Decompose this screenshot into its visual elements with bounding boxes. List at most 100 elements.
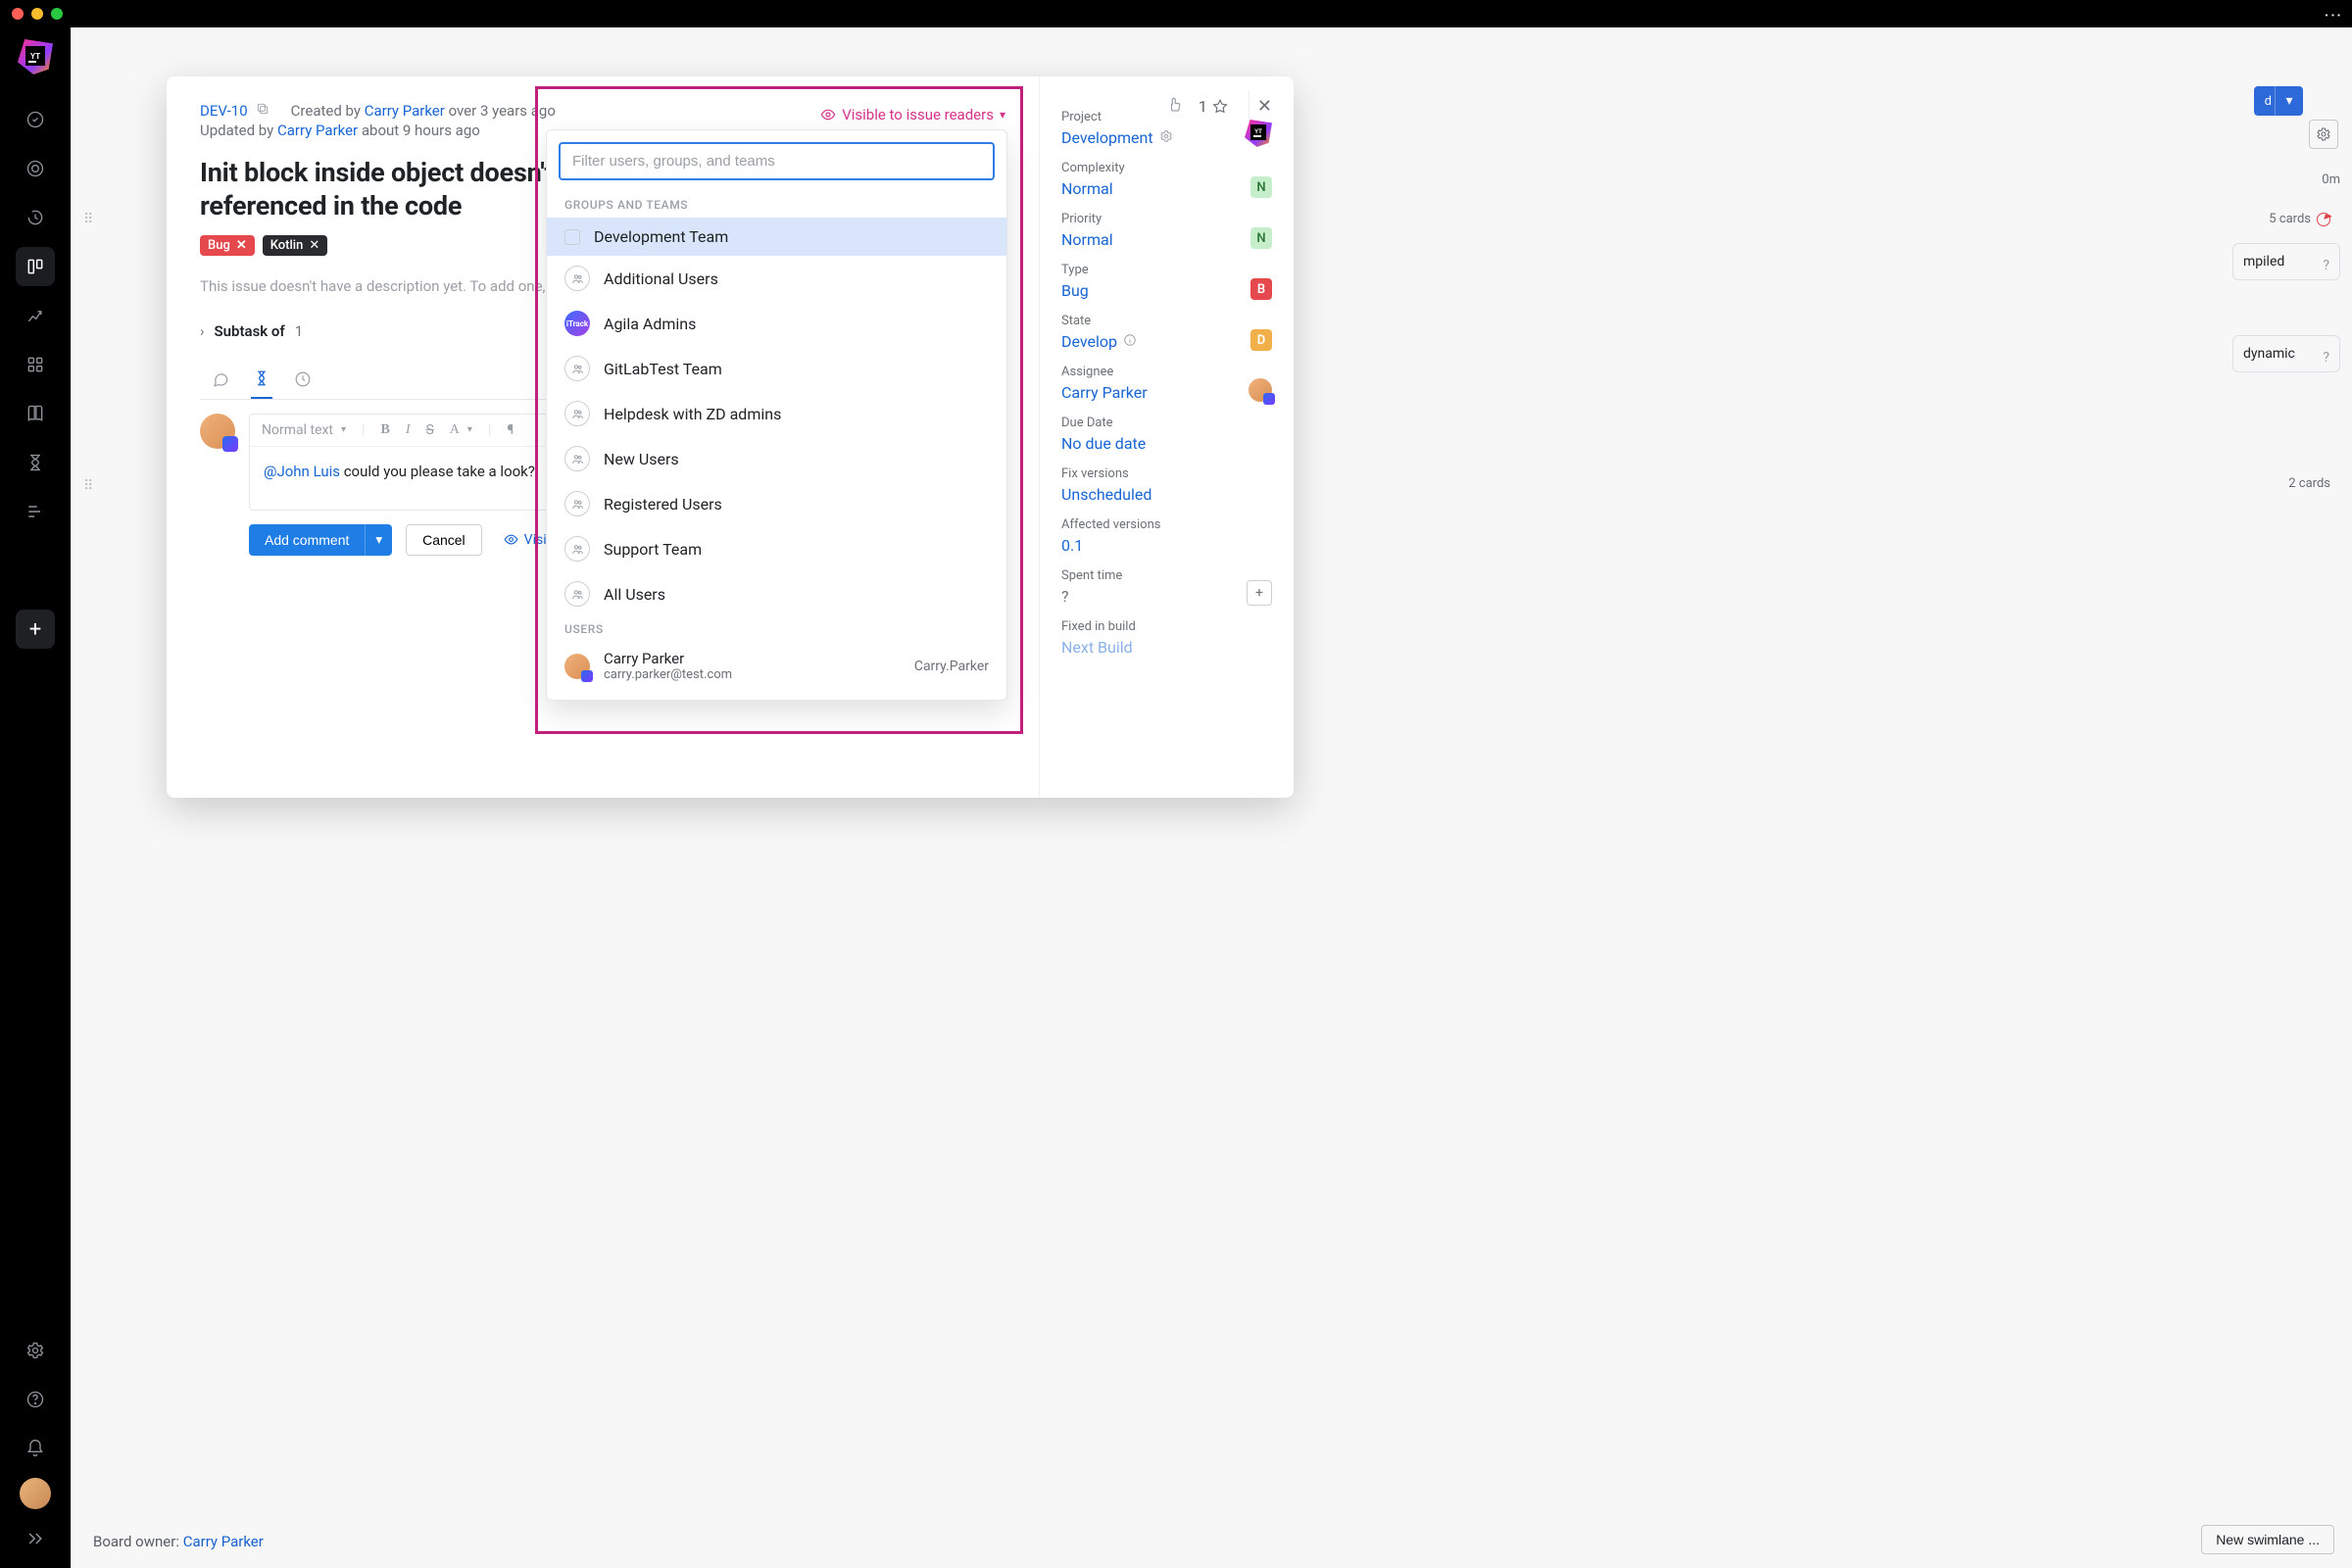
state-field[interactable]: Develop [1061, 332, 1137, 351]
state-badge: D [1250, 329, 1272, 351]
group-option[interactable]: GitLabTest Team [547, 346, 1006, 391]
nav-dashboard-icon[interactable] [16, 100, 55, 139]
field-label: State [1061, 314, 1137, 328]
comment-author-avatar [200, 414, 235, 449]
sidebar-add-button[interactable]: + [16, 610, 55, 649]
user-avatar[interactable] [20, 1478, 51, 1509]
assignee-field[interactable]: Carry Parker [1061, 383, 1148, 402]
nav-reports-icon[interactable] [16, 296, 55, 335]
project-field[interactable]: Development [1061, 128, 1173, 147]
nav-ring-icon[interactable] [16, 149, 55, 188]
text-color-button[interactable]: A [450, 422, 472, 438]
group-option[interactable]: New Users [547, 436, 1006, 481]
visibility-dropdown-panel: Groups and Teams Development Team Additi… [546, 129, 1007, 701]
tab-history[interactable] [251, 364, 272, 399]
nav-gantt-icon[interactable] [16, 492, 55, 531]
field-label: Complexity [1061, 161, 1125, 175]
people-icon [564, 401, 590, 426]
copy-icon[interactable] [256, 102, 270, 120]
bold-button[interactable]: B [380, 422, 389, 438]
add-time-button[interactable]: + [1247, 580, 1272, 606]
issue-side-panel: 1 ✕ Project Development YT Complexity Nor… [1039, 76, 1294, 798]
vote-icon[interactable] [1167, 96, 1185, 118]
add-comment-dropdown[interactable]: ▾ [365, 524, 392, 556]
created-by-link[interactable]: Carry Parker [365, 102, 445, 120]
italic-button[interactable]: I [406, 422, 411, 438]
nav-board-icon[interactable] [16, 247, 55, 286]
filter-input[interactable] [559, 142, 995, 180]
add-comment-button[interactable]: Add comment [249, 524, 365, 556]
nav-timesheet-icon[interactable] [16, 443, 55, 482]
user-avatar-icon [564, 654, 590, 679]
issue-id-link[interactable]: DEV-10 [200, 102, 248, 120]
tag-bug[interactable]: Bug✕ [200, 235, 255, 256]
group-option[interactable]: Support Team [547, 526, 1006, 571]
group-option[interactable]: Helpdesk with ZD admins [547, 391, 1006, 436]
format-select[interactable]: Normal text [262, 422, 346, 438]
close-dialog-button[interactable]: ✕ [1249, 90, 1280, 122]
remove-tag-icon[interactable]: ✕ [309, 238, 319, 253]
section-header: Groups and Teams [547, 192, 1006, 218]
group-option[interactable]: Registered Users [547, 481, 1006, 526]
nav-notifications-icon[interactable] [16, 1429, 55, 1468]
team-color-icon: iTrack [564, 311, 590, 336]
affected-versions-field[interactable]: 0.1 [1061, 536, 1272, 555]
remove-tag-icon[interactable]: ✕ [236, 238, 247, 253]
field-label: Affected versions [1061, 517, 1272, 532]
gear-icon[interactable] [1159, 128, 1173, 147]
eye-icon [820, 107, 836, 122]
close-window-icon[interactable] [12, 8, 24, 20]
chevron-right-icon: › [200, 322, 205, 340]
mention[interactable]: @John Luis [264, 463, 340, 480]
user-option[interactable]: Carry Parkercarry.parker@test.com Carry.… [547, 642, 1006, 690]
fixed-build-field[interactable]: Next Build [1061, 638, 1272, 657]
star-button[interactable]: 1 [1199, 97, 1229, 116]
due-date-field[interactable]: No due date [1061, 434, 1272, 453]
field-label: Project [1061, 110, 1173, 124]
strike-button[interactable]: S [425, 422, 433, 438]
type-badge: B [1250, 278, 1272, 300]
people-icon [564, 266, 590, 291]
priority-field[interactable]: Normal [1061, 230, 1113, 249]
people-icon [564, 536, 590, 562]
type-field[interactable]: Bug [1061, 281, 1089, 300]
field-label: Fixed in build [1061, 619, 1272, 634]
group-option[interactable]: Development Team [547, 218, 1006, 256]
nav-kb-icon[interactable] [16, 394, 55, 433]
nav-collapse-icon[interactable] [16, 1519, 55, 1558]
app-logo[interactable]: YT [14, 35, 57, 78]
cancel-button[interactable]: Cancel [406, 524, 482, 556]
field-label: Due Date [1061, 416, 1272, 430]
visibility-dropdown[interactable]: Visible to issue readers ▾ [820, 106, 1005, 123]
field-label: Assignee [1061, 365, 1148, 379]
more-format-button[interactable]: ¶ [507, 422, 514, 438]
project-logo: YT [1245, 120, 1272, 147]
eye-icon [504, 532, 518, 547]
updated-by-link[interactable]: Carry Parker [277, 122, 358, 139]
checkbox-icon [564, 229, 580, 245]
group-option[interactable]: All Users [547, 571, 1006, 616]
window-traffic-lights[interactable] [12, 8, 63, 20]
nav-settings-icon[interactable] [16, 1331, 55, 1370]
maximize-window-icon[interactable] [51, 8, 63, 20]
tab-comments[interactable] [210, 364, 231, 399]
minimize-window-icon[interactable] [31, 8, 43, 20]
tab-activity[interactable] [292, 364, 314, 399]
people-icon [564, 356, 590, 381]
field-label: Spent time [1061, 568, 1122, 583]
people-icon [564, 581, 590, 607]
nav-help-icon[interactable] [16, 1380, 55, 1419]
spent-time-field[interactable]: ? [1061, 587, 1122, 606]
group-option[interactable]: iTrackAgila Admins [547, 301, 1006, 346]
info-icon[interactable] [1123, 332, 1137, 351]
kebab-icon[interactable]: ⋮ [2323, 6, 2343, 22]
complexity-field[interactable]: Normal [1061, 179, 1125, 198]
group-option[interactable]: Additional Users [547, 256, 1006, 301]
field-label: Type [1061, 263, 1089, 277]
sidebar: YT + [0, 27, 71, 1568]
nav-timer-icon[interactable] [16, 198, 55, 237]
tag-kotlin[interactable]: Kotlin✕ [263, 235, 328, 256]
fix-versions-field[interactable]: Unscheduled [1061, 485, 1272, 504]
people-icon [564, 446, 590, 471]
nav-apps-icon[interactable] [16, 345, 55, 384]
